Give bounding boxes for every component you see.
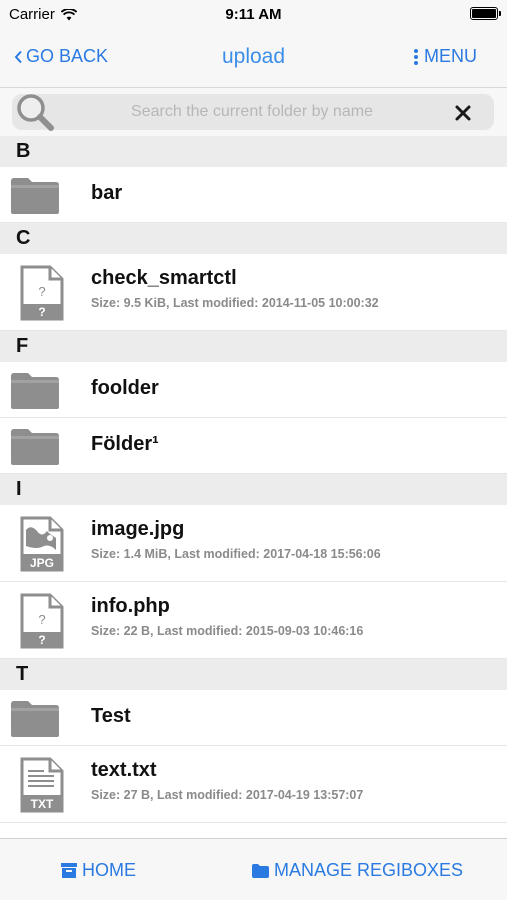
- list-item[interactable]: ? ? info.php Size: 22 B, Last modified: …: [0, 582, 507, 659]
- menu-label: MENU: [424, 46, 477, 66]
- menu-button[interactable]: MENU: [414, 46, 477, 67]
- list-item[interactable]: Földer¹: [0, 418, 507, 474]
- go-back-button[interactable]: GO BACK: [14, 46, 108, 67]
- status-bar: Carrier 9:11 AM: [0, 0, 507, 28]
- section-header: T: [0, 659, 507, 690]
- folder-icon: [11, 701, 59, 737]
- archive-box-icon: [61, 863, 77, 878]
- item-name: Test: [91, 705, 131, 727]
- item-name: check_smartctl: [91, 267, 237, 289]
- svg-text:TXT: TXT: [31, 797, 54, 811]
- section-header: C: [0, 223, 507, 254]
- clear-search-icon[interactable]: [454, 104, 472, 122]
- search-field: [12, 94, 494, 131]
- item-name: image.jpg: [91, 518, 185, 540]
- item-meta: Size: 9.5 KiB, Last modified: 2014-11-05…: [91, 296, 379, 310]
- item-name: info.php: [91, 595, 170, 617]
- unknown-file-icon: ? ?: [20, 593, 64, 649]
- bottom-tab-bar: HOME MANAGE REGIBOXES: [0, 838, 507, 900]
- item-name: bar: [91, 182, 123, 204]
- folder-icon: [11, 178, 59, 214]
- section-header: I: [0, 474, 507, 505]
- search-input[interactable]: [72, 94, 432, 130]
- folder-icon: [11, 429, 59, 465]
- list-item[interactable]: foolder: [0, 362, 507, 418]
- list-item[interactable]: JPG image.jpg Size: 1.4 MiB, Last modifi…: [0, 505, 507, 582]
- search-icon: [17, 94, 54, 131]
- list-item[interactable]: bar: [0, 167, 507, 223]
- item-name: Földer¹: [91, 433, 159, 455]
- jpg-file-icon: JPG: [20, 516, 64, 572]
- list-item[interactable]: TXT text.txt Size: 27 B, Last modified: …: [0, 746, 507, 823]
- item-name: foolder: [91, 377, 159, 399]
- txt-file-icon: TXT: [20, 757, 64, 813]
- status-time: 9:11 AM: [225, 6, 282, 23]
- go-back-label: GO BACK: [26, 46, 109, 66]
- unknown-file-icon: ? ?: [20, 265, 64, 321]
- list-item[interactable]: ? ? check_smartctl Size: 9.5 KiB, Last m…: [0, 254, 507, 331]
- battery-icon: [470, 7, 501, 20]
- chevron-left-icon: [14, 50, 22, 63]
- svg-text:?: ?: [38, 305, 45, 319]
- vertical-dots-icon: [414, 48, 418, 65]
- svg-text:JPG: JPG: [30, 556, 54, 570]
- search-bar: [0, 88, 507, 136]
- svg-text:?: ?: [38, 612, 45, 627]
- navigation-bar: GO BACK upload MENU: [0, 28, 507, 88]
- item-meta: Size: 27 B, Last modified: 2017-04-19 13…: [91, 788, 364, 802]
- svg-text:?: ?: [38, 633, 45, 647]
- manage-regiboxes-tab[interactable]: MANAGE REGIBOXES: [252, 860, 463, 881]
- item-name: text.txt: [91, 759, 157, 781]
- folder-icon: [11, 373, 59, 409]
- home-tab[interactable]: HOME: [61, 860, 136, 881]
- section-header: F: [0, 331, 507, 362]
- svg-text:?: ?: [38, 284, 45, 299]
- file-list: B bar C ? ? check_smartctl Size: 9.5 KiB…: [0, 136, 507, 823]
- folder-icon: [252, 863, 269, 878]
- home-tab-label: HOME: [82, 860, 136, 880]
- section-header: B: [0, 136, 507, 167]
- item-meta: Size: 22 B, Last modified: 2015-09-03 10…: [91, 624, 364, 638]
- list-item[interactable]: Test: [0, 690, 507, 746]
- item-meta: Size: 1.4 MiB, Last modified: 2017-04-18…: [91, 547, 381, 561]
- manage-regiboxes-label: MANAGE REGIBOXES: [274, 860, 464, 880]
